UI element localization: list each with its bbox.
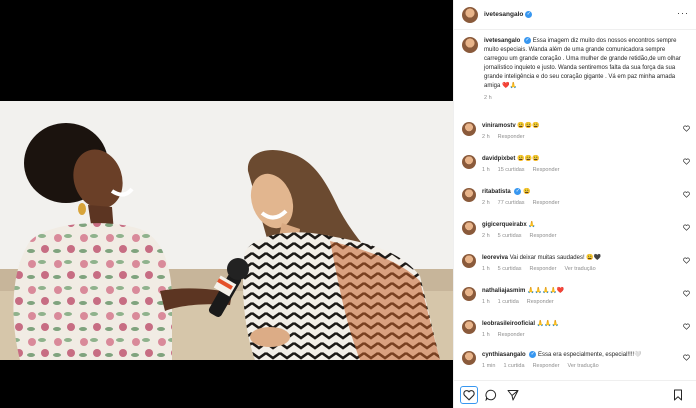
comment-avatar[interactable] (462, 155, 476, 169)
reply-button[interactable]: Responder (533, 363, 560, 369)
comment-likes[interactable]: 1 curtida (503, 363, 524, 369)
share-button[interactable] (504, 386, 522, 404)
like-comment-heart-icon[interactable] (683, 191, 690, 198)
comment-button[interactable] (482, 386, 500, 404)
comment-time: 2 h (482, 200, 490, 207)
see-translation-button[interactable]: Ver tradução (564, 266, 595, 272)
post-action-bar (454, 380, 696, 408)
comment-text: 😩 (523, 189, 531, 196)
like-comment-heart-icon[interactable] (683, 323, 690, 330)
see-translation-button[interactable]: Ver tradução (567, 363, 598, 369)
comment-avatar[interactable] (462, 122, 476, 136)
save-button[interactable] (669, 386, 687, 404)
comment-text: 😩😩😩 (517, 156, 540, 162)
comment-username[interactable]: ritabatista (482, 189, 511, 195)
caption-author-username[interactable]: ivetesangalo (484, 38, 520, 44)
send-icon (507, 389, 519, 400)
comment-time: 2 h (482, 134, 490, 140)
comment-text: Vai deixar muitas saudades! 😩🖤 (509, 255, 602, 261)
caption-text: Essa imagem diz muito dos nossos encontr… (484, 38, 681, 90)
reply-button[interactable]: Responder (533, 167, 560, 173)
post-photo (0, 101, 453, 360)
comment-username[interactable]: cynthiasangalo (482, 352, 526, 358)
post-sidebar: ivetesangalo ✓ ··· ivetesangalo ✓ Essa i… (453, 0, 696, 408)
reply-button[interactable]: Responder (498, 134, 525, 140)
verified-badge-icon: ✓ (525, 11, 533, 18)
comment-likes[interactable]: 5 curtidas (498, 266, 522, 272)
reply-button[interactable]: Responder (533, 200, 560, 206)
like-comment-heart-icon[interactable] (683, 158, 690, 165)
post-header: ivetesangalo ✓ ··· (454, 0, 696, 30)
comment-text: 🙏🙏🙏 (536, 321, 560, 327)
post-media[interactable] (0, 0, 453, 408)
comment-text: 😩😩😩 (517, 123, 540, 129)
comment-text: Essa era especialmente, especial!!!!🤍 (538, 352, 642, 359)
post-caption: ivetesangalo ✓ Essa imagem diz muito dos… (454, 31, 696, 101)
comment-username[interactable]: leobrasileirooficial (482, 321, 535, 327)
like-comment-heart-icon[interactable] (683, 354, 690, 361)
comments-list[interactable]: ivetesangalo ✓ Essa imagem diz muito dos… (454, 31, 696, 380)
comment-bubble-icon (485, 389, 497, 401)
bookmark-icon (674, 389, 682, 401)
comment-avatar[interactable] (462, 351, 476, 365)
comment-username[interactable]: gigicerqueirabx (482, 222, 527, 228)
comment-item: ritabatista ✓ 😩 2 h 77 curtidas Responder (462, 188, 692, 206)
comment-avatar[interactable] (462, 221, 476, 235)
author-username[interactable]: ivetesangalo (484, 11, 523, 18)
comment-avatar[interactable] (462, 254, 476, 268)
comment-item: cynthiasangalo ✓ Essa era especialmente,… (462, 351, 692, 369)
caption-author-avatar[interactable] (462, 37, 478, 53)
comment-item: leobrasileirooficial 🙏🙏🙏 1 h Responder (462, 320, 692, 338)
reply-button[interactable]: Responder (530, 266, 557, 272)
caption-time: 2 h (484, 95, 492, 102)
reply-button[interactable]: Responder (498, 332, 525, 338)
comment-item: viniramostv 😩😩😩 2 h Responder (462, 122, 692, 140)
like-button[interactable] (460, 385, 478, 404)
comment-avatar[interactable] (462, 188, 476, 202)
more-options-icon[interactable]: ··· (677, 8, 689, 18)
comment-username[interactable]: davidpixbet (482, 156, 515, 162)
like-comment-heart-icon[interactable] (683, 257, 690, 264)
comment-time: 1 h (482, 332, 490, 338)
comment-item: nathaliajasmim 🙏🙏🙏🙏❤️ 1 h 1 curtida Respon… (462, 287, 692, 305)
like-comment-heart-icon[interactable] (683, 224, 690, 231)
author-avatar[interactable] (462, 6, 478, 23)
comment-text: 🙏 (528, 222, 536, 228)
comment-username[interactable]: nathaliajasmim (482, 288, 525, 294)
comment-item: gigicerqueirabx 🙏 2 h 5 curtidas Responder (462, 221, 692, 239)
comment-avatar[interactable] (462, 320, 476, 334)
like-comment-heart-icon[interactable] (683, 290, 690, 297)
comment-likes[interactable]: 5 curtidas (498, 233, 522, 239)
verified-badge-icon: ✓ (524, 37, 532, 44)
instagram-post-view: ivetesangalo ✓ ··· ivetesangalo ✓ Essa i… (0, 0, 696, 408)
comment-likes[interactable]: 1 curtida (498, 299, 519, 305)
verified-badge-icon: ✓ (529, 351, 537, 358)
comment-time: 1 h (482, 299, 490, 305)
comment-time: 1 h (482, 167, 490, 173)
comment-likes[interactable]: 15 curtidas (498, 167, 525, 173)
comment-avatar[interactable] (462, 287, 476, 301)
comment-username[interactable]: leoreviva (482, 255, 508, 261)
comment-likes[interactable]: 77 curtidas (498, 200, 525, 206)
comment-time: 1 h (482, 266, 490, 272)
like-comment-heart-icon[interactable] (683, 125, 690, 132)
reply-button[interactable]: Responder (527, 299, 554, 305)
comment-item: leoreviva Vai deixar muitas saudades! 😩🖤… (462, 254, 692, 272)
comment-text: 🙏🙏🙏🙏❤️ (527, 288, 565, 294)
heart-icon (463, 389, 475, 401)
reply-button[interactable]: Responder (530, 233, 557, 239)
comment-time: 2 h (482, 233, 490, 239)
comment-username[interactable]: viniramostv (482, 123, 516, 129)
comment-item: davidpixbet 😩😩😩 1 h 15 curtidas Responder (462, 155, 692, 173)
comment-time: 1 min (482, 363, 496, 370)
verified-badge-icon: ✓ (514, 188, 522, 195)
